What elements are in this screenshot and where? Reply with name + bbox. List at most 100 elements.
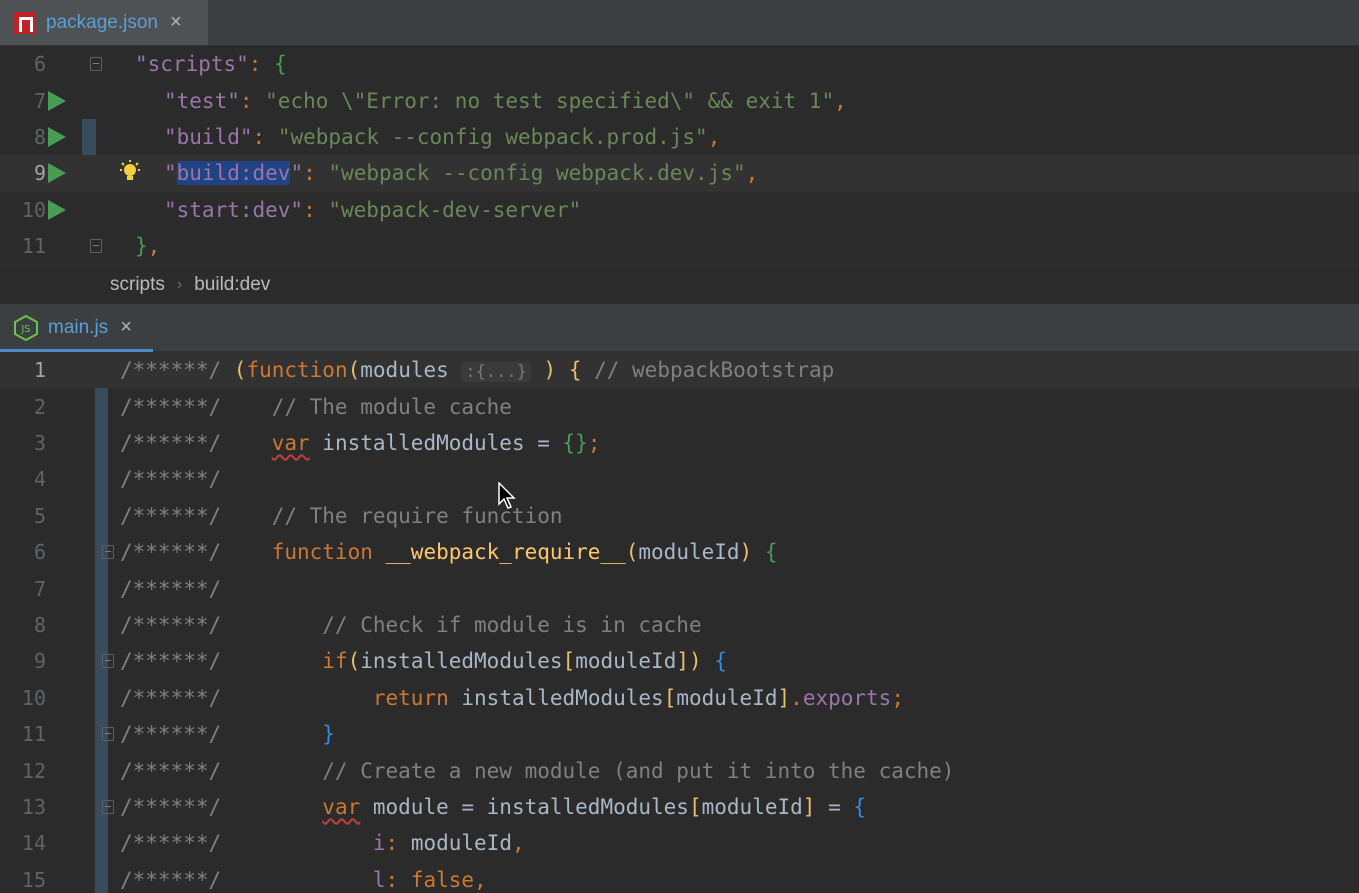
code-token: "webpack --config webpack.prod.js" xyxy=(277,124,708,149)
code-token: } xyxy=(135,234,148,259)
tab-main-js[interactable]: JS main.js × xyxy=(0,304,153,352)
run-script-icon[interactable] xyxy=(48,90,66,111)
run-script-icon[interactable] xyxy=(48,163,66,184)
code-text[interactable]: /******/ xyxy=(120,467,221,491)
code-token: /******/ xyxy=(120,358,234,383)
code-line[interactable]: 8 "build": "webpack --config webpack.prod… xyxy=(0,119,1359,155)
code-line[interactable]: 11}, xyxy=(0,228,1359,264)
line-number[interactable]: 8 xyxy=(0,125,46,149)
code-text[interactable]: "build:dev": "webpack --config webpack.d… xyxy=(164,161,758,186)
code-token: , xyxy=(147,234,161,259)
code-token: /******/ xyxy=(120,540,272,565)
code-text[interactable]: "build": "webpack --config webpack.prod.… xyxy=(164,125,720,149)
code-line[interactable]: 15 /******/ l: false, xyxy=(0,862,1359,893)
code-text[interactable]: /******/ return installedModules[moduleI… xyxy=(120,686,904,710)
fold-toggle-icon[interactable] xyxy=(102,799,114,814)
main-js-editor[interactable]: 1 /******/ (function(modules :{...} ) { /… xyxy=(0,352,1359,893)
code-text[interactable]: "start:dev": "webpack-dev-server" xyxy=(164,198,581,222)
breadcrumb-item-build-dev[interactable]: build:dev xyxy=(194,274,270,296)
tab-package-json[interactable]: package.json × xyxy=(0,0,208,45)
run-script-icon[interactable] xyxy=(48,199,66,220)
line-number[interactable]: 9 xyxy=(0,649,46,673)
line-number[interactable]: 11 xyxy=(0,722,46,746)
line-number[interactable]: 7 xyxy=(0,89,46,113)
code-line[interactable]: 10 /******/ return installedModules[modul… xyxy=(0,680,1359,716)
code-text[interactable]: /******/ } xyxy=(120,722,335,746)
fold-toggle-icon[interactable] xyxy=(102,654,114,669)
code-line[interactable]: 3 /******/ var installedModules = {}; xyxy=(0,425,1359,461)
close-icon[interactable]: × xyxy=(170,11,182,34)
code-line[interactable]: 11 /******/ } xyxy=(0,716,1359,752)
code-line[interactable]: 9 "build:dev": "webpack --config webpack.… xyxy=(0,155,1359,192)
code-text[interactable]: /******/ function __webpack_require__(mo… xyxy=(120,540,778,564)
code-text[interactable]: /******/ if(installedModules[moduleId]) … xyxy=(120,649,727,673)
line-number[interactable]: 14 xyxy=(0,831,46,855)
run-script-icon[interactable] xyxy=(48,126,66,147)
code-text[interactable]: /******/ xyxy=(120,577,221,601)
line-number[interactable]: 8 xyxy=(0,613,46,637)
code-line[interactable]: 2 /******/ // The module cache xyxy=(0,388,1359,424)
code-line[interactable]: 6 "scripts": { xyxy=(0,46,1359,82)
code-line[interactable]: 14 /******/ i: moduleId, xyxy=(0,825,1359,861)
code-token: build:dev xyxy=(176,161,291,186)
code-line[interactable]: 7 "test": "echo \"Error: no test specifie… xyxy=(0,82,1359,118)
code-text[interactable]: }, xyxy=(135,234,160,258)
code-text[interactable]: /******/ // Create a new module (and put… xyxy=(120,759,954,783)
code-line[interactable]: 7 /******/ xyxy=(0,570,1359,606)
code-text[interactable]: /******/ // Check if module is in cache xyxy=(120,613,702,637)
code-line[interactable]: 12 /******/ // Create a new module (and p… xyxy=(0,752,1359,788)
line-number[interactable]: 6 xyxy=(0,52,46,76)
line-number[interactable]: 10 xyxy=(0,198,46,222)
code-token: : xyxy=(303,197,329,222)
code-line[interactable]: 4 /******/ xyxy=(0,461,1359,497)
line-number[interactable]: 11 xyxy=(0,234,46,258)
code-token: /******/ xyxy=(120,685,373,710)
code-text[interactable]: /******/ var installedModules = {}; xyxy=(120,431,600,455)
code-token: /******/ // The module cache xyxy=(120,394,512,419)
code-text[interactable]: /******/ var module = installedModules[m… xyxy=(120,795,866,819)
line-number[interactable]: 1 xyxy=(0,358,46,382)
line-number[interactable]: 4 xyxy=(0,467,46,491)
code-token: /******/ // Check if module is in cache xyxy=(120,612,702,637)
close-icon[interactable]: × xyxy=(120,316,132,339)
line-number[interactable]: 2 xyxy=(0,395,46,419)
nodejs-icon: JS xyxy=(14,314,38,341)
code-text[interactable]: /******/ l: false, xyxy=(120,868,487,892)
code-line[interactable]: 13 /******/ var module = installedModules… xyxy=(0,789,1359,825)
code-token: /******/ xyxy=(120,430,272,455)
line-number[interactable]: 12 xyxy=(0,759,46,783)
code-text[interactable]: "scripts": { xyxy=(135,52,287,76)
fold-toggle-icon[interactable] xyxy=(102,727,114,742)
code-line[interactable]: 8 /******/ // Check if module is in cache xyxy=(0,607,1359,643)
line-number[interactable]: 7 xyxy=(0,577,46,601)
line-number[interactable]: 5 xyxy=(0,504,46,528)
code-text[interactable]: /******/ i: moduleId, xyxy=(120,831,525,855)
code-line[interactable]: 6 /******/ function __webpack_require__(m… xyxy=(0,534,1359,570)
top-tab-bar: package.json × xyxy=(0,0,1359,46)
code-token: exports xyxy=(802,685,892,710)
line-number[interactable]: 13 xyxy=(0,795,46,819)
code-line[interactable]: 10 "start:dev": "webpack-dev-server" xyxy=(0,192,1359,228)
line-number[interactable]: 3 xyxy=(0,431,46,455)
line-number[interactable]: 15 xyxy=(0,868,46,892)
package-json-editor[interactable]: 6 "scripts": { 7 "test": "echo \"Error: no … xyxy=(0,46,1359,265)
code-text[interactable]: "test": "echo \"Error: no test specified… xyxy=(164,89,847,113)
code-line[interactable]: 5 /******/ // The require function xyxy=(0,498,1359,534)
code-text[interactable]: /******/ // The module cache xyxy=(120,395,512,419)
code-token: {} xyxy=(562,430,588,455)
line-number[interactable]: 10 xyxy=(0,686,46,710)
code-token: { xyxy=(568,358,582,383)
fold-toggle-icon[interactable] xyxy=(90,239,102,254)
code-line[interactable]: 9 /******/ if(installedModules[moduleId])… xyxy=(0,643,1359,679)
line-number[interactable]: 6 xyxy=(0,540,46,564)
fold-toggle-icon[interactable] xyxy=(102,545,114,560)
code-text[interactable]: /******/ // The require function xyxy=(120,504,563,528)
breadcrumb-item-scripts[interactable]: scripts xyxy=(110,274,165,296)
intention-bulb-icon[interactable] xyxy=(118,160,142,186)
code-token: , xyxy=(474,867,487,892)
line-number[interactable]: 9 xyxy=(0,161,46,185)
code-line[interactable]: 1 /******/ (function(modules :{...} ) { /… xyxy=(0,352,1359,389)
code-text[interactable]: /******/ (function(modules :{...} ) { //… xyxy=(120,358,834,383)
fold-toggle-icon[interactable] xyxy=(90,57,102,72)
